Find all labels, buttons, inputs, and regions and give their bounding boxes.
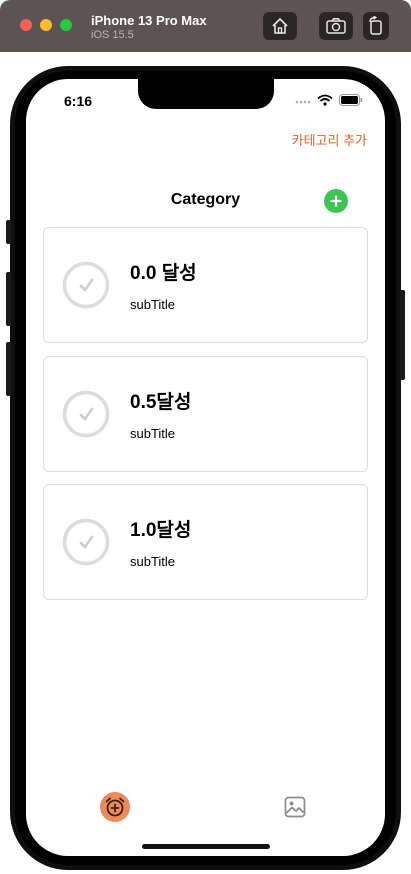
camera-icon bbox=[326, 18, 346, 34]
check-circle-icon[interactable] bbox=[62, 390, 110, 438]
device-name: iPhone 13 Pro Max bbox=[91, 13, 207, 28]
category-card[interactable]: 0.0 달성 subTitle bbox=[43, 227, 368, 343]
add-button[interactable] bbox=[324, 189, 348, 213]
screenshot-button[interactable] bbox=[319, 12, 353, 40]
volume-down-button bbox=[6, 342, 11, 396]
card-title: 0.5달성 bbox=[130, 392, 192, 413]
home-icon bbox=[272, 17, 288, 34]
category-card[interactable]: 0.5달성 subTitle bbox=[43, 356, 368, 472]
close-window-button[interactable] bbox=[20, 19, 32, 31]
mute-switch bbox=[6, 220, 11, 244]
alarm-add-icon bbox=[105, 797, 125, 817]
card-title: 0.0 달성 bbox=[130, 263, 197, 284]
check-circle-icon[interactable] bbox=[62, 518, 110, 566]
home-indicator[interactable] bbox=[142, 844, 270, 849]
power-button bbox=[400, 290, 405, 380]
tab-photos[interactable] bbox=[284, 796, 306, 818]
home-button[interactable] bbox=[263, 12, 297, 40]
volume-up-button bbox=[6, 272, 11, 326]
status-time: 6:16 bbox=[64, 93, 93, 109]
tab-alarm[interactable] bbox=[100, 792, 130, 822]
card-subtitle: subTitle bbox=[130, 554, 176, 569]
signal-icon bbox=[295, 100, 311, 104]
photo-icon bbox=[284, 796, 306, 818]
battery-icon bbox=[339, 94, 363, 106]
notch bbox=[138, 79, 274, 109]
rotate-icon bbox=[369, 16, 382, 35]
simulator-titlebar: iPhone 13 Pro Max iOS 15.5 bbox=[0, 0, 411, 52]
plus-icon bbox=[330, 195, 342, 207]
rotate-button[interactable] bbox=[363, 12, 389, 40]
card-subtitle: subTitle bbox=[130, 426, 176, 441]
card-title: 1.0달성 bbox=[130, 520, 192, 541]
app-screen: 6:16 카테고리 추가 Category 0.0 달성 subTitle 0.… bbox=[26, 79, 385, 856]
add-category-link[interactable]: 카테고리 추가 bbox=[292, 130, 367, 149]
os-version: iOS 15.5 bbox=[91, 29, 134, 41]
check-circle-icon[interactable] bbox=[62, 261, 110, 309]
category-card[interactable]: 1.0달성 subTitle bbox=[43, 484, 368, 600]
zoom-window-button[interactable] bbox=[60, 19, 72, 31]
wifi-icon bbox=[317, 94, 333, 106]
minimize-window-button[interactable] bbox=[40, 19, 52, 31]
card-subtitle: subTitle bbox=[130, 297, 176, 312]
status-icons bbox=[295, 94, 363, 106]
